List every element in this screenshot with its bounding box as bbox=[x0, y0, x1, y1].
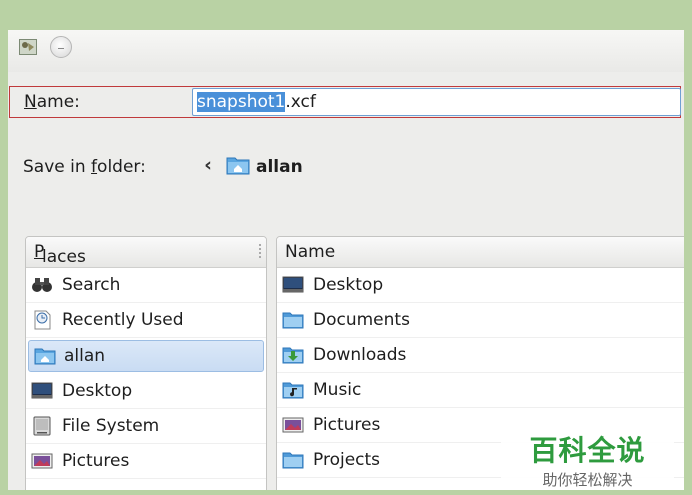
places-panel: Places Search Recently Used allan Deskto… bbox=[25, 236, 267, 490]
save-dialog: Name: snapshot1.xcf Save in folder: ‹ al… bbox=[8, 30, 684, 490]
file-item-music[interactable]: Music bbox=[277, 373, 684, 408]
minimize-button[interactable] bbox=[50, 36, 72, 58]
filename-extension: .xcf bbox=[285, 92, 316, 112]
home-folder-icon bbox=[226, 157, 250, 175]
recent-document-icon bbox=[34, 310, 51, 330]
current-folder-name: allan bbox=[256, 157, 303, 177]
name-row: Name: snapshot1.xcf bbox=[9, 86, 681, 118]
file-item-label: Projects bbox=[313, 450, 381, 470]
places-item-label: Pictures bbox=[62, 451, 130, 471]
save-in-folder-row: Save in folder: ‹ allan bbox=[23, 154, 423, 182]
binoculars-icon bbox=[32, 278, 52, 292]
file-item-desktop[interactable]: Desktop bbox=[277, 268, 684, 303]
pictures-folder-icon bbox=[31, 453, 53, 469]
places-item-recently-used[interactable]: Recently Used bbox=[26, 303, 266, 338]
file-item-label: Downloads bbox=[313, 345, 407, 365]
title-bar bbox=[8, 30, 684, 72]
save-in-folder-label: Save in folder: bbox=[23, 157, 146, 177]
places-item-file-system[interactable]: File System bbox=[26, 409, 266, 444]
hard-drive-icon bbox=[33, 416, 51, 436]
file-item-downloads[interactable]: Downloads bbox=[277, 338, 684, 373]
name-column-header[interactable]: Name bbox=[277, 237, 684, 268]
file-item-documents[interactable]: Documents bbox=[277, 303, 684, 338]
places-item-desktop[interactable]: Desktop bbox=[26, 374, 266, 409]
name-label: Name: bbox=[24, 92, 80, 112]
places-item-label: File System bbox=[62, 416, 160, 436]
filename-selected-text: snapshot1 bbox=[197, 92, 286, 112]
column-resize-grip[interactable] bbox=[259, 244, 263, 258]
gimp-app-icon bbox=[19, 39, 37, 55]
places-header-label: Places bbox=[34, 242, 86, 267]
desktop-icon bbox=[31, 382, 53, 399]
file-item-label: Pictures bbox=[313, 415, 381, 435]
music-folder-icon bbox=[282, 382, 304, 399]
places-item-allan[interactable]: allan bbox=[28, 340, 264, 372]
places-item-search[interactable]: Search bbox=[26, 268, 266, 303]
watermark-slogan: 助你轻松解决 bbox=[542, 471, 633, 489]
desktop-icon bbox=[282, 276, 304, 293]
back-arrow-button[interactable]: ‹ bbox=[199, 154, 217, 176]
places-header[interactable]: Places bbox=[26, 237, 266, 268]
filename-input[interactable]: snapshot1.xcf bbox=[192, 88, 681, 116]
downloads-folder-icon bbox=[282, 347, 304, 364]
places-item-label: Search bbox=[62, 275, 121, 295]
places-item-label: Recently Used bbox=[62, 310, 184, 330]
places-item-label: allan bbox=[64, 346, 106, 366]
watermark-logo: 百科全说 助你轻松解决 bbox=[501, 415, 674, 490]
file-item-label: Desktop bbox=[313, 275, 384, 295]
home-folder-icon bbox=[34, 348, 56, 365]
folder-icon bbox=[282, 452, 304, 469]
places-item-label: Desktop bbox=[62, 381, 133, 401]
file-item-label: Documents bbox=[313, 310, 410, 330]
file-item-label: Music bbox=[313, 380, 362, 400]
places-item-pictures[interactable]: Pictures bbox=[26, 444, 266, 479]
pictures-folder-icon bbox=[282, 417, 304, 433]
watermark-brand: 百科全说 bbox=[529, 434, 646, 467]
folder-icon bbox=[282, 312, 304, 329]
name-column-label: Name bbox=[285, 242, 336, 262]
